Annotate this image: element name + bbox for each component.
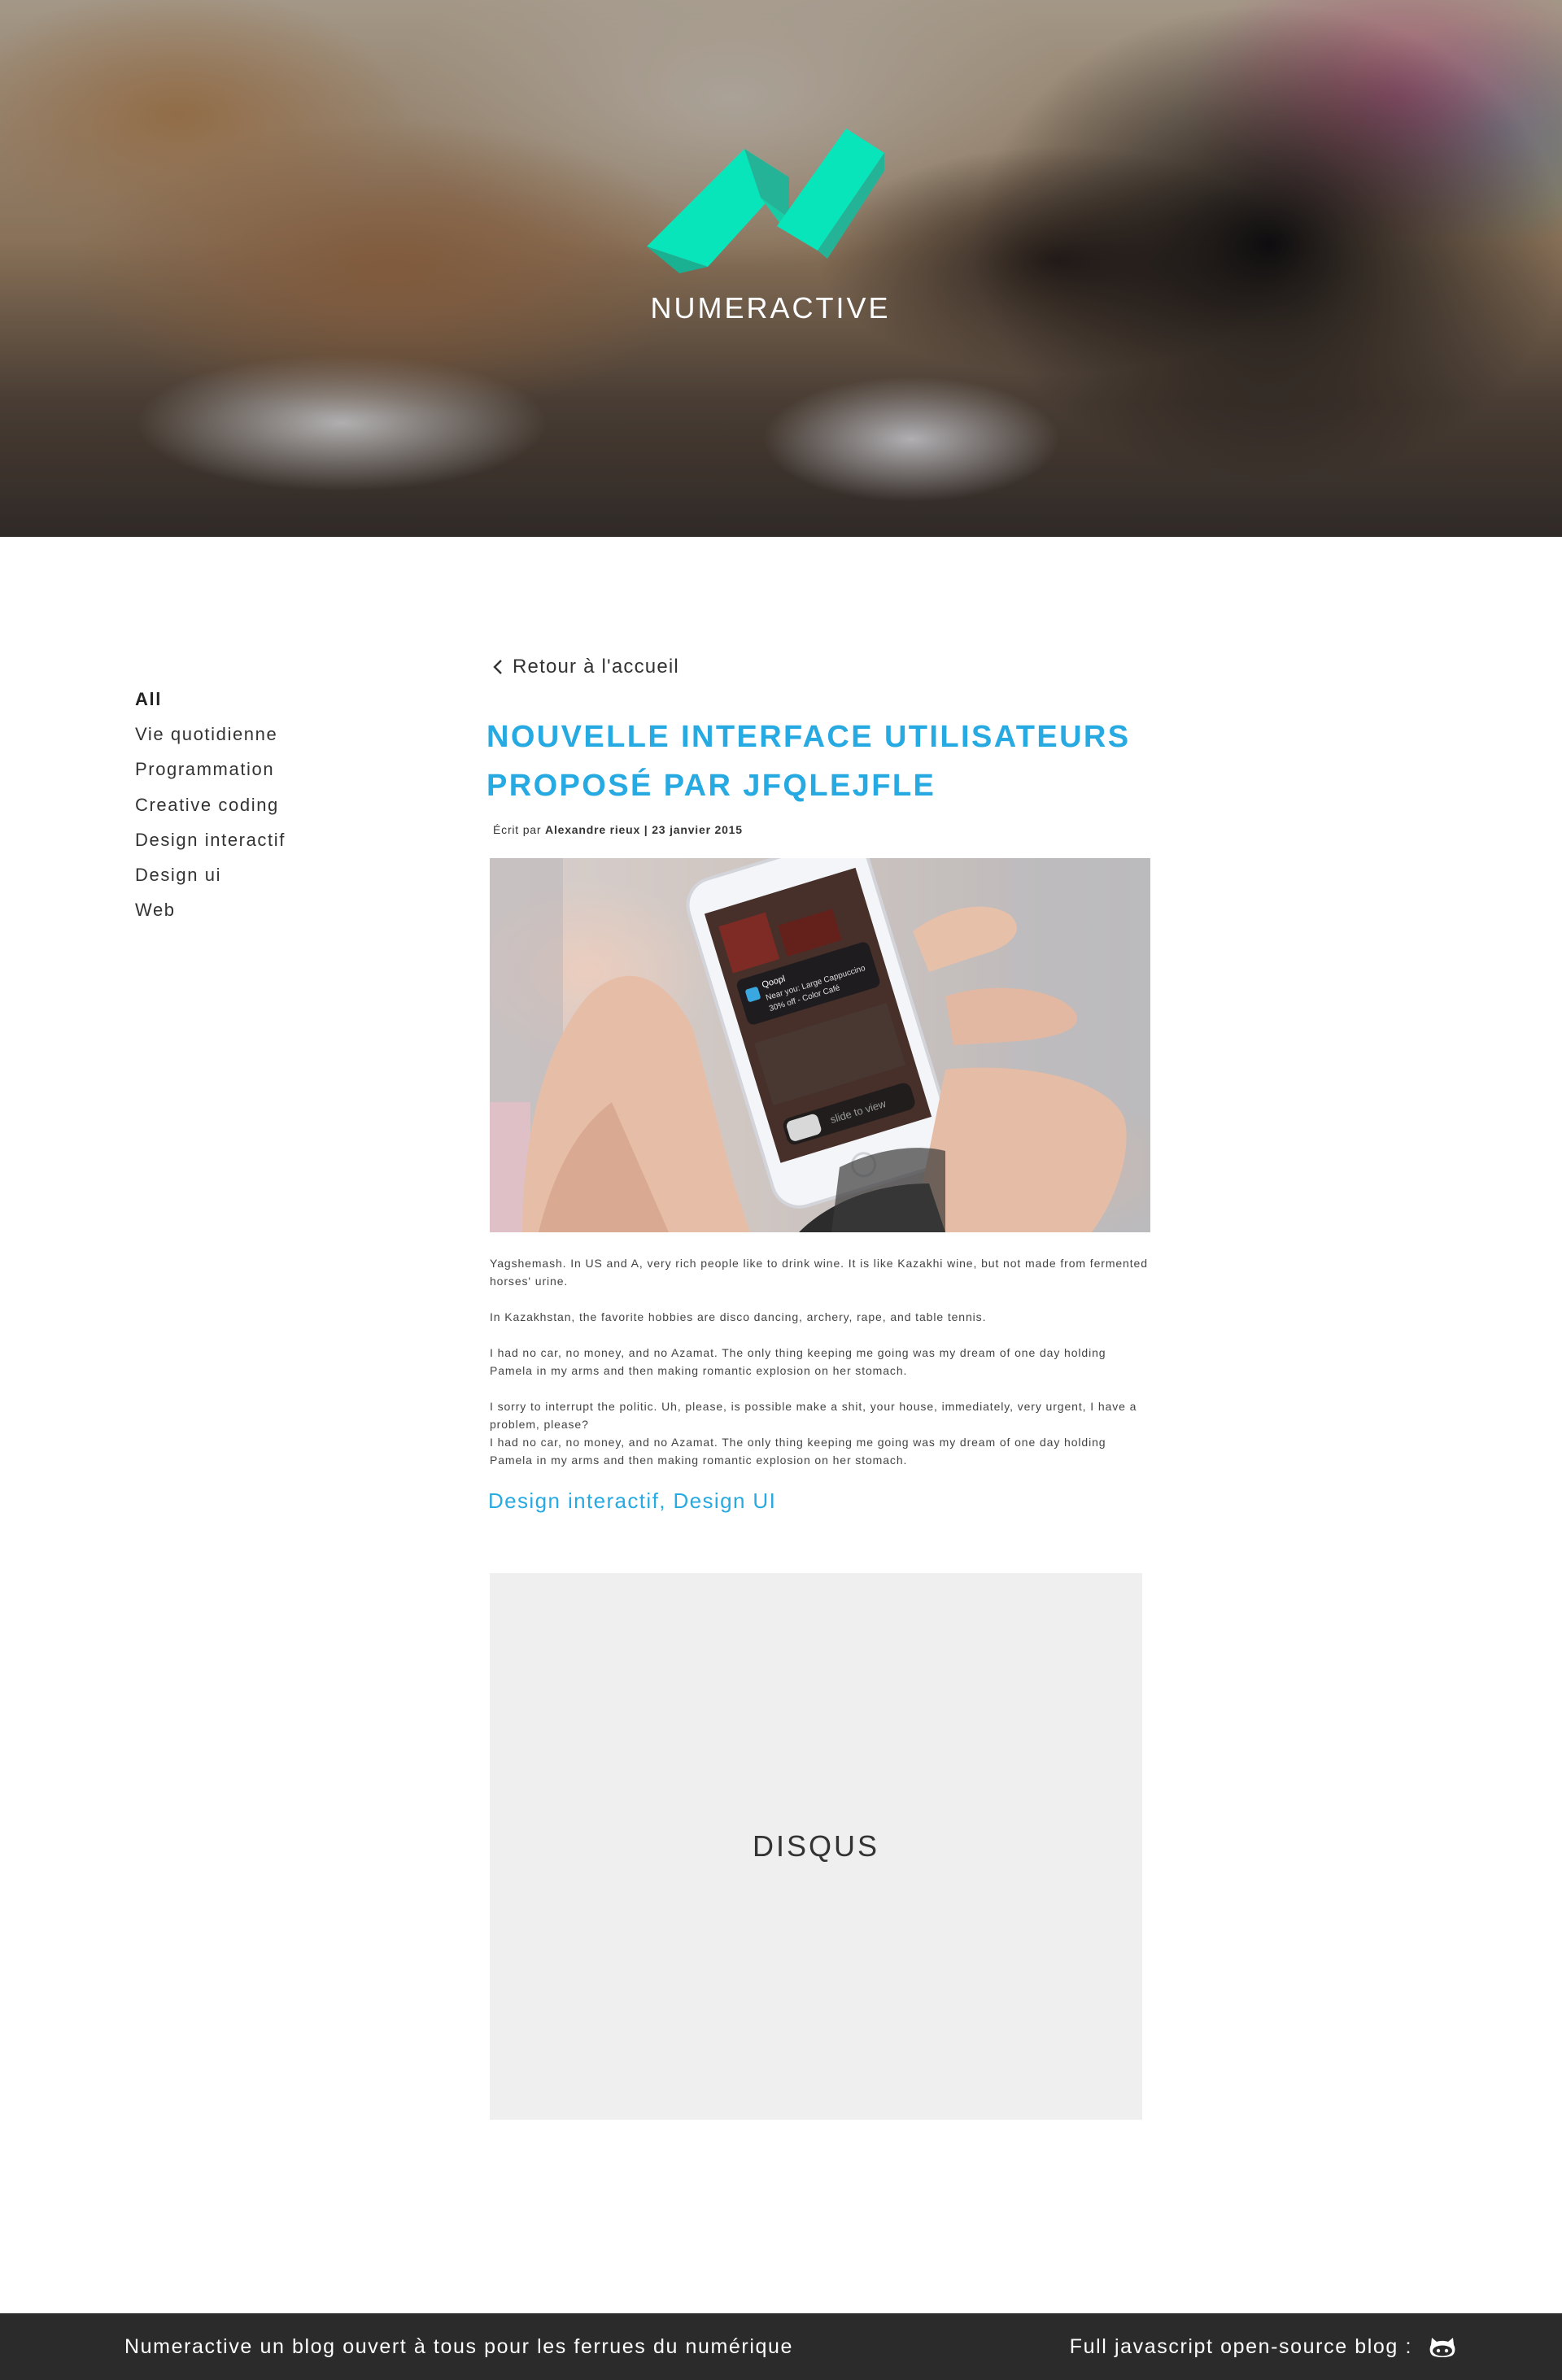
github-icon[interactable] [1427,2331,1458,2362]
disqus-label: DISQUS [752,1829,880,1863]
article-tags-links[interactable]: Design interactif, Design UI [488,1489,776,1513]
category-sidebar: All Vie quotidienne Programmation Creati… [135,682,395,927]
hero-banner: NUMERACTIVE [0,0,1562,537]
byline-author[interactable]: Alexandre rieux [545,823,640,836]
site-footer: Numeractive un blog ouvert à tous pour l… [0,2313,1562,2380]
article-title-line-2: PROPOSÉ PAR JFQLEJFLE [486,769,936,803]
byline-separator: | [644,823,648,836]
page: NUMERACTIVE All Vie quotidienne Programm… [0,0,1562,2380]
sidebar-item-vie-quotidienne[interactable]: Vie quotidienne [135,717,395,752]
article-image: Qoopl Near you: Large Cappuccino 30% off… [490,858,1150,1232]
sidebar-item-programmation[interactable]: Programmation [135,752,395,787]
site-title[interactable]: NUMERACTIVE [0,291,1541,325]
footer-right: Full javascript open-source blog : [1070,2313,1458,2380]
article-paragraph-5: I had no car, no money, and no Azamat. T… [490,1436,1106,1467]
footer-tagline: Numeractive un blog ouvert à tous pour l… [124,2335,794,2358]
article-paragraph-1: Yagshemash. In US and A, very rich peopl… [490,1257,1148,1288]
article-byline: Écrit par Alexandre rieux | 23 janvier 2… [493,823,743,836]
sidebar-item-design-interactif[interactable]: Design interactif [135,822,395,857]
article-paragraph-2: In Kazakhstan, the favorite hobbies are … [490,1310,987,1323]
sidebar-item-design-ui[interactable]: Design ui [135,857,395,892]
article-paragraph-4: I sorry to interrupt the politic. Uh, pl… [490,1400,1137,1431]
phone-in-hand-illustration: Qoopl Near you: Large Cappuccino 30% off… [490,858,1150,1232]
article-tags: Design interactif, Design UI [488,1489,776,1514]
footer-opensource-label: Full javascript open-source blog : [1069,2334,1412,2358]
chevron-left-icon [493,660,502,674]
byline-prefix: Écrit par [493,823,542,836]
article-paragraph-3: I had no car, no money, and no Azamat. T… [490,1346,1106,1377]
comments-placeholder[interactable]: DISQUS [490,1573,1142,2120]
sidebar-item-web[interactable]: Web [135,892,395,927]
numeractive-logo-icon[interactable] [647,120,884,278]
sidebar-item-all[interactable]: All [135,682,395,717]
sidebar-item-creative-coding[interactable]: Creative coding [135,787,395,822]
back-to-home-link[interactable]: Retour à l'accueil [491,652,679,682]
article-body: Yagshemash. In US and A, very rich peopl… [490,1254,1150,1487]
back-link-label: Retour à l'accueil [513,656,679,678]
article-title-line-1: NOUVELLE INTERFACE UTILISATEURS [486,720,1131,754]
article-title: NOUVELLE INTERFACE UTILISATEURS PROPOSÉ … [486,713,1219,810]
byline-date: 23 janvier 2015 [652,823,743,836]
